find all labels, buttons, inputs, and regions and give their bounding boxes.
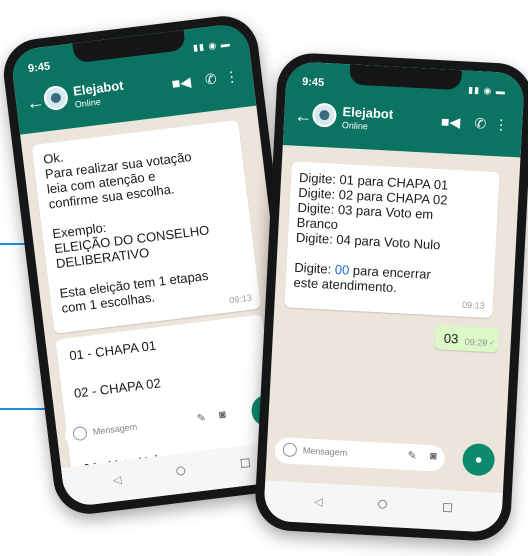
contact-name[interactable]: Elejabot [72,78,124,99]
contact-status: Online [341,120,369,132]
nav-recent-icon[interactable] [442,502,453,513]
nav-back-icon[interactable]: ◁ [112,473,122,487]
camera-icon[interactable]: ◙ [218,409,226,422]
message-placeholder: Mensagem [92,421,138,437]
video-call-icon[interactable]: ■◀ [441,113,461,131]
menu-icon[interactable]: ⋮ [494,116,509,134]
phone-call-icon[interactable]: ✆ [204,70,218,88]
read-ticks-icon: ✓✓ [482,337,496,348]
reply-bubble: 03 09:20 ✓✓ [434,325,500,353]
emoji-icon[interactable] [72,425,88,442]
chat-area: Ok. Para realizar sua votação leia com a… [20,106,291,489]
phone-call-icon[interactable]: ✆ [474,115,487,133]
message-input[interactable]: Mensagem ✎ ◙ [274,436,446,472]
status-icons: ▮▮ ◉ ▬ [467,84,507,97]
nav-back-icon[interactable]: ◁ [314,495,323,508]
message-placeholder: Mensagem [302,445,348,458]
video-call-icon[interactable]: ■◀ [171,73,192,92]
message-time: 09:13 [228,292,253,306]
option-item[interactable]: 02 - CHAPA 02 [73,375,161,401]
reply-text: 03 [443,330,459,347]
camera-icon[interactable]: ◙ [430,450,437,462]
attach-icon[interactable]: ✎ [407,449,417,462]
back-arrow-icon[interactable]: ← [25,91,45,114]
android-navbar: ◁ [263,480,503,533]
nav-recent-icon[interactable] [240,458,251,469]
menu-icon[interactable]: ⋮ [224,68,240,87]
avatar[interactable] [42,84,70,112]
contact-name[interactable]: Elejabot [342,104,393,122]
option-item[interactable]: 01 - CHAPA 01 [68,338,156,364]
status-icons: ▮▮ ◉ ▬ [192,38,232,53]
mic-icon[interactable]: ● [461,442,496,477]
status-time: 9:45 [27,60,51,76]
message-bubble: Digite: 01 para CHAPA 01 Digite: 02 para… [284,161,500,319]
nav-home-icon[interactable] [175,465,186,477]
attach-icon[interactable]: ✎ [196,411,207,425]
back-arrow-icon[interactable]: ← [294,106,313,128]
avatar[interactable] [311,102,338,128]
emoji-icon[interactable] [282,442,298,458]
chat-area: Digite: 01 para CHAPA 01 Digite: 02 para… [268,145,521,441]
message-bubble: Ok. Para realizar sua votação leia com a… [31,119,262,334]
highlight-code: 00 [334,261,350,278]
message-time: 09:13 [461,299,485,311]
contact-status: Online [74,96,102,110]
phone-right: 9:45 ▮▮ ◉ ▬ ← Elejabot Online ■◀ ✆ ⋮ Dig… [253,51,528,543]
screen-right: 9:45 ▮▮ ◉ ▬ ← Elejabot Online ■◀ ✆ ⋮ Dig… [263,61,525,533]
nav-home-icon[interactable] [377,499,388,509]
status-time: 9:45 [301,75,325,90]
